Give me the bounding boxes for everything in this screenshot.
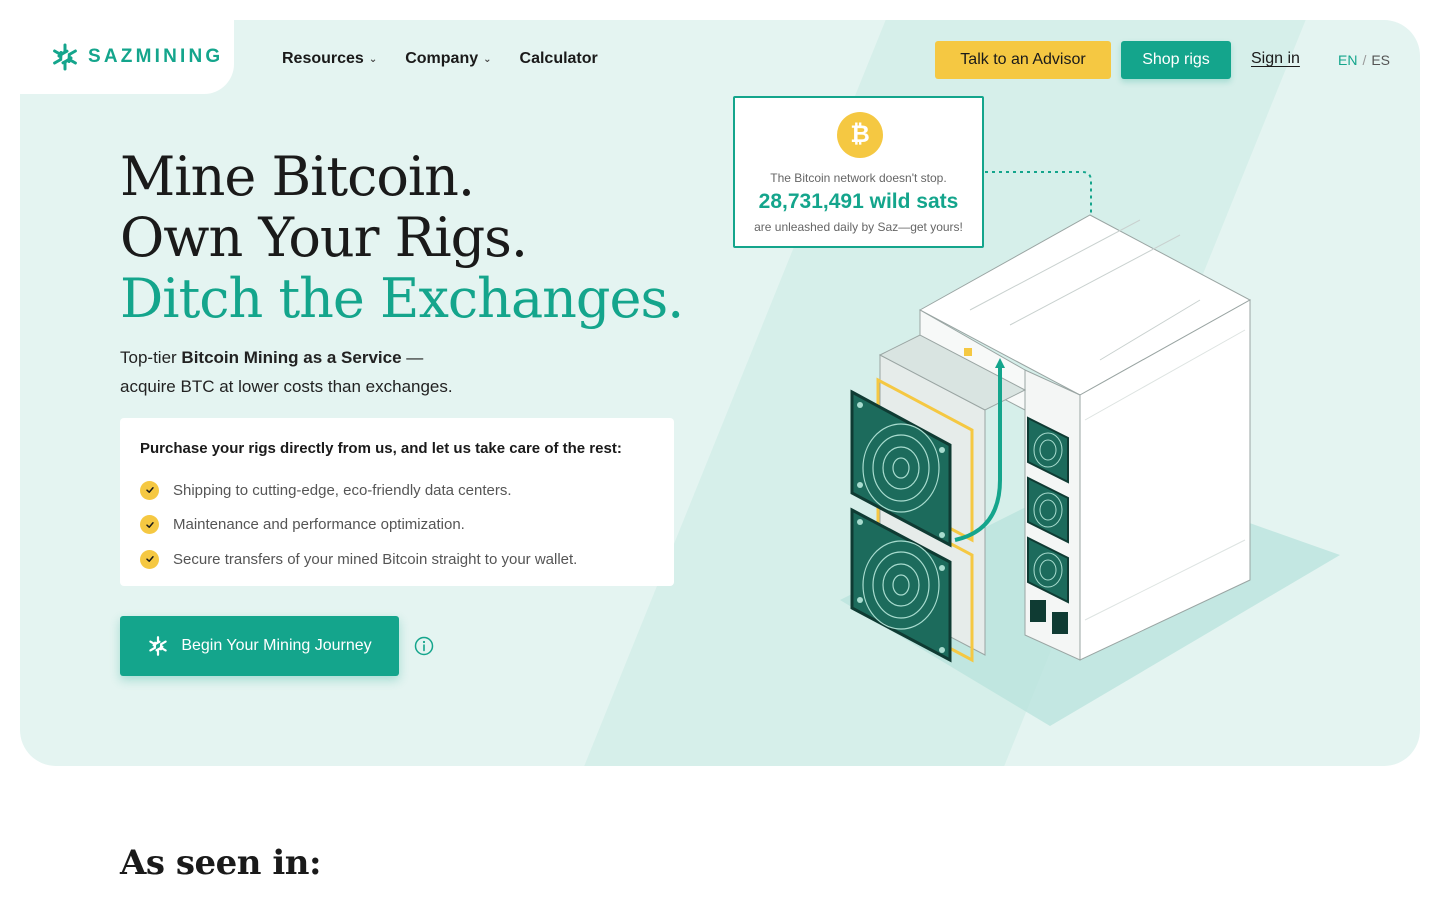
lang-en-link[interactable]: EN — [1338, 52, 1357, 68]
list-item: Shipping to cutting-edge, eco-friendly d… — [140, 473, 654, 508]
sats-caption-bottom: are unleashed daily by Saz—get yours! — [754, 220, 963, 234]
sazmining-logo-icon — [53, 43, 77, 71]
subtitle-dash: — — [401, 348, 424, 367]
list-item-text: Secure transfers of your mined Bitcoin s… — [173, 550, 578, 568]
benefits-title: Purchase your rigs directly from us, and… — [140, 440, 622, 457]
list-item: Secure transfers of your mined Bitcoin s… — [140, 542, 654, 577]
nav-item-resources[interactable]: Resources ⌄ — [282, 50, 377, 68]
subtitle-pre: Top-tier — [120, 348, 182, 367]
check-icon — [140, 480, 159, 500]
begin-mining-journey-button[interactable]: Begin Your Mining Journey — [120, 616, 399, 676]
nav-item-label: Resources — [282, 50, 364, 67]
hero-headline: Mine Bitcoin. Own Your Rigs. Ditch the E… — [120, 145, 684, 330]
as-seen-in-heading: As seen in: — [120, 843, 322, 883]
begin-button-label: Begin Your Mining Journey — [181, 637, 372, 654]
hero-subtitle: Top-tier Bitcoin Mining as a Service — a… — [120, 343, 540, 401]
benefits-list: Shipping to cutting-edge, eco-friendly d… — [140, 473, 654, 577]
subtitle-bold: Bitcoin Mining as a Service — [181, 348, 402, 367]
sats-counter-card: ₿ The Bitcoin network doesn't stop. 28,7… — [733, 96, 984, 248]
chevron-down-icon: ⌄ — [483, 53, 492, 65]
talk-to-advisor-button[interactable]: Talk to an Advisor — [935, 41, 1111, 79]
headline-line-2: Own Your Rigs. — [120, 206, 528, 269]
benefits-card: Purchase your rigs directly from us, and… — [120, 418, 674, 586]
nav-item-calculator[interactable]: Calculator — [520, 50, 598, 68]
shop-rigs-button[interactable]: Shop rigs — [1121, 41, 1231, 79]
sign-in-link[interactable]: Sign in — [1251, 50, 1300, 68]
subtitle-post: acquire BTC at lower costs than exchange… — [120, 377, 453, 396]
headline-line-3: Ditch the Exchanges. — [120, 267, 684, 330]
main-nav: Resources ⌄ Company ⌄ Calculator — [282, 50, 598, 68]
info-icon[interactable] — [414, 636, 434, 656]
list-item: Maintenance and performance optimization… — [140, 508, 654, 543]
list-item-text: Maintenance and performance optimization… — [173, 516, 465, 534]
chevron-down-icon: ⌄ — [368, 53, 378, 65]
brand-name: SAZMINING — [88, 46, 224, 67]
sazmining-logo-icon — [149, 636, 168, 656]
nav-item-label: Company — [405, 50, 479, 67]
brand-logo[interactable]: SAZMINING — [50, 42, 223, 72]
language-switcher: EN / ES — [1338, 52, 1390, 68]
sats-count: 28,731,491 wild sats — [758, 190, 959, 213]
list-item-text: Shipping to cutting-edge, eco-friendly d… — [173, 481, 512, 499]
check-icon — [140, 549, 159, 569]
lang-separator: / — [1362, 52, 1367, 68]
headline-line-1: Mine Bitcoin. — [120, 145, 475, 208]
lang-es-link[interactable]: ES — [1371, 52, 1390, 68]
bitcoin-icon: ₿ — [837, 112, 883, 158]
check-icon — [140, 515, 159, 535]
nav-item-company[interactable]: Company ⌄ — [405, 50, 491, 68]
sats-caption-top: The Bitcoin network doesn't stop. — [770, 171, 947, 185]
nav-item-label: Calculator — [519, 50, 598, 67]
